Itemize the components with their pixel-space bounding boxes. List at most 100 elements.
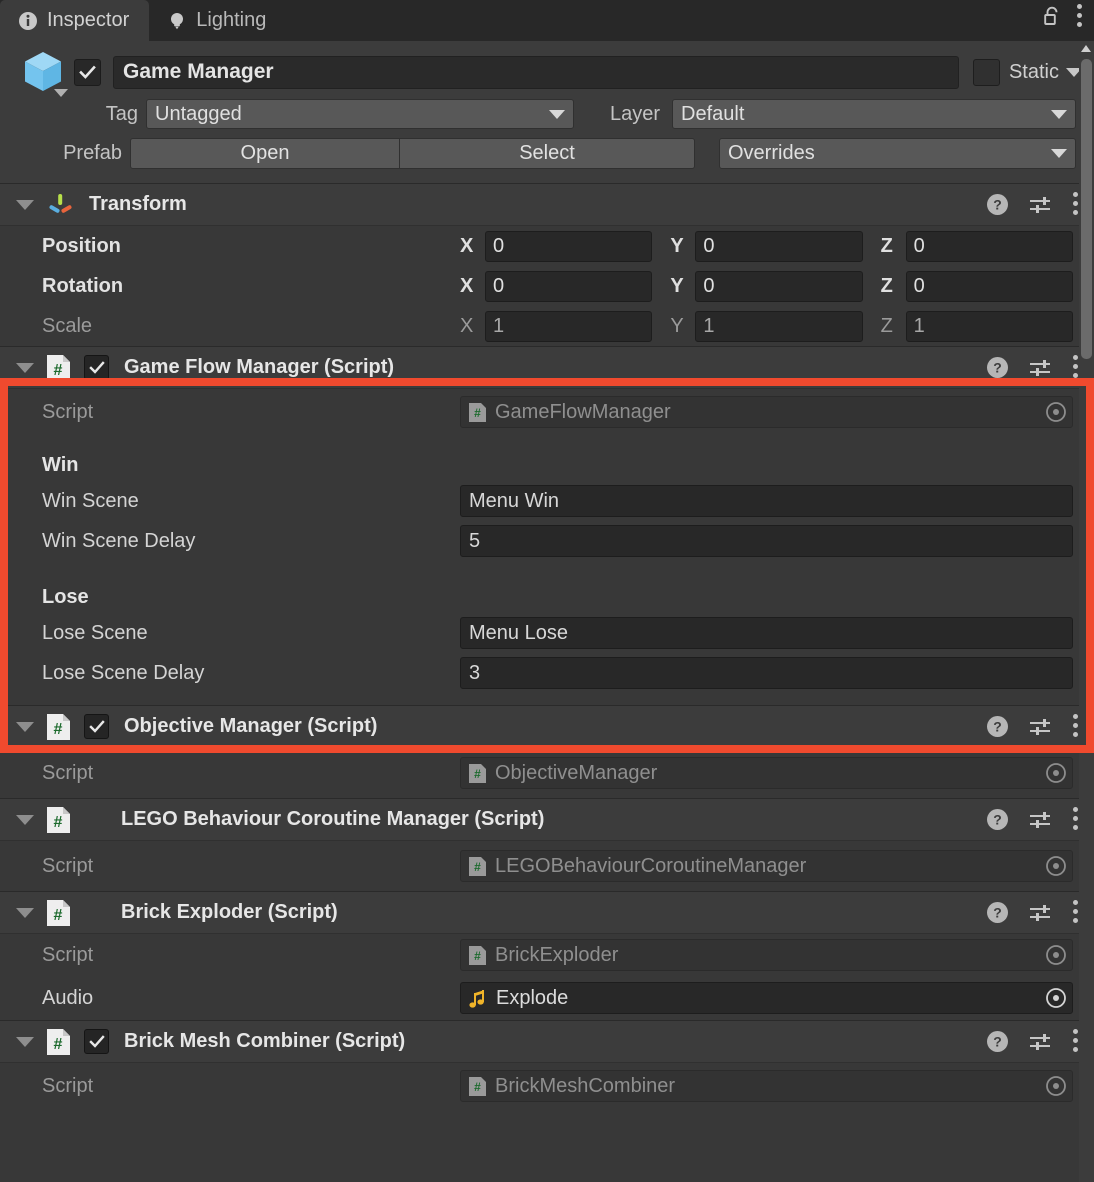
rotation-z-input[interactable]: 0	[905, 270, 1073, 302]
svg-text:#: #	[54, 1036, 63, 1053]
foldout-arrow-icon[interactable]	[16, 199, 34, 210]
tag-dropdown[interactable]: Untagged	[146, 99, 574, 129]
help-icon[interactable]: ?	[986, 901, 1009, 924]
scale-x-input[interactable]: 1	[485, 310, 653, 342]
brick-mesh-combiner-enabled-checkbox[interactable]	[84, 1029, 109, 1054]
gameobject-enabled-checkbox[interactable]	[74, 58, 101, 86]
be-audio-field[interactable]: Explode	[460, 982, 1073, 1014]
component-header-game-flow-manager[interactable]: # Game Flow Manager (Script) ?	[0, 346, 1094, 389]
gfm-lose-delay-input[interactable]: 3	[460, 657, 1073, 689]
layer-dropdown[interactable]: Default	[672, 99, 1076, 129]
gfm-lose-scene-row: Lose Scene Menu Lose	[0, 613, 1094, 653]
tab-inspector[interactable]: Inspector	[0, 0, 150, 41]
foldout-arrow-icon[interactable]	[16, 362, 34, 373]
prefab-select-label: Select	[519, 141, 575, 164]
prefab-overrides-label: Overrides	[728, 141, 815, 164]
gfm-win-delay-input[interactable]: 5	[460, 525, 1073, 557]
prefab-select-button[interactable]: Select	[400, 137, 695, 169]
scale-y-input[interactable]: 1	[695, 310, 863, 342]
axis-y-label: Y	[670, 234, 684, 257]
bmc-kebab-menu[interactable]	[1072, 1029, 1078, 1054]
gfm-win-header-label: Win	[42, 454, 79, 476]
inspector-window: Inspector Lighting Game Manager Static T…	[0, 0, 1094, 1182]
be-script-label: Script	[42, 943, 94, 966]
component-body-objective-manager: Script # ObjectiveManager	[0, 748, 1094, 798]
scrollbar-thumb[interactable]	[1081, 59, 1092, 359]
position-y-input[interactable]: 0	[695, 230, 863, 262]
component-header-lego-behaviour-coroutine-manager[interactable]: # LEGO Behaviour Coroutine Manager (Scri…	[0, 798, 1094, 841]
gameobject-name-input[interactable]: Game Manager	[113, 55, 959, 89]
help-icon[interactable]: ?	[986, 808, 1009, 831]
overrides-caret-icon	[1051, 148, 1067, 158]
cs-script-icon: #	[47, 1028, 70, 1055]
scale-z-input[interactable]: 1	[905, 310, 1073, 342]
rotation-x-input[interactable]: 0	[485, 270, 653, 302]
gfm-win-scene-label: Win Scene	[42, 489, 139, 512]
preset-sliders-icon[interactable]	[1028, 357, 1053, 379]
lbcm-script-row: Script # LEGOBehaviourCoroutineManager	[0, 841, 1094, 891]
gfm-lose-scene-input[interactable]: Menu Lose	[460, 617, 1073, 649]
preset-sliders-icon[interactable]	[1028, 716, 1053, 738]
tab-lighting[interactable]: Lighting	[149, 0, 286, 41]
foldout-arrow-icon[interactable]	[16, 814, 34, 825]
game-flow-manager-enabled-checkbox[interactable]	[84, 355, 109, 380]
be-kebab-menu[interactable]	[1072, 900, 1078, 925]
object-picker-icon	[1046, 402, 1066, 422]
static-checkbox[interactable]	[972, 58, 1000, 86]
object-picker-icon	[1046, 945, 1066, 965]
gfm-win-scene-input[interactable]: Menu Win	[460, 485, 1073, 517]
help-icon[interactable]: ?	[986, 715, 1009, 738]
axis-z-label: Z	[880, 234, 893, 257]
help-icon[interactable]: ?	[986, 193, 1009, 216]
help-icon[interactable]: ?	[986, 1030, 1009, 1053]
info-icon	[19, 11, 37, 30]
gameobject-name-row: Game Manager Static	[12, 49, 1082, 97]
position-z-input[interactable]: 0	[905, 230, 1073, 262]
component-header-brick-mesh-combiner[interactable]: # Brick Mesh Combiner (Script) ?	[0, 1020, 1094, 1063]
preset-sliders-icon[interactable]	[1028, 1031, 1053, 1053]
checkmark-icon	[88, 1034, 105, 1048]
transform-rotation-fields: X 0 Y 0 Z 0	[460, 270, 1094, 302]
foldout-arrow-icon[interactable]	[16, 1036, 34, 1047]
preset-sliders-icon[interactable]	[1028, 194, 1053, 216]
preset-sliders-icon[interactable]	[1028, 809, 1053, 831]
component-title-objective-manager: Objective Manager (Script)	[124, 715, 378, 737]
icon-dropdown-caret[interactable]	[54, 89, 68, 97]
gfm-kebab-menu[interactable]	[1072, 355, 1078, 380]
transform-kebab-menu[interactable]	[1072, 192, 1078, 217]
om-script-label: Script	[42, 761, 94, 784]
be-audio-label: Audio	[42, 986, 94, 1009]
inspector-scrollbar[interactable]	[1079, 41, 1094, 1182]
object-picker-icon[interactable]	[1044, 986, 1068, 1010]
foldout-arrow-icon[interactable]	[16, 907, 34, 918]
gfm-lose-delay-label: Lose Scene Delay	[42, 661, 205, 684]
tag-value: Untagged	[155, 102, 242, 125]
svg-text:?: ?	[993, 905, 1002, 921]
om-kebab-menu[interactable]	[1072, 714, 1078, 739]
component-header-objective-manager[interactable]: # Objective Manager (Script) ?	[0, 705, 1094, 748]
component-header-brick-exploder[interactable]: # Brick Exploder (Script) ?	[0, 891, 1094, 934]
inspector-kebab-menu[interactable]	[1076, 3, 1082, 29]
transform-position-fields: X 0 Y 0 Z 0	[460, 230, 1094, 262]
component-header-transform[interactable]: Transform ?	[0, 183, 1094, 226]
rotation-y-input[interactable]: 0	[695, 270, 863, 302]
scroll-up-arrow-icon[interactable]	[1081, 45, 1091, 52]
checkmark-icon	[88, 719, 105, 733]
position-x-input[interactable]: 0	[485, 230, 653, 262]
gameobject-icon-wrap[interactable]	[12, 49, 74, 97]
prefab-open-button[interactable]: Open	[130, 137, 400, 169]
help-icon[interactable]: ?	[986, 356, 1009, 379]
prefab-overrides-dropdown[interactable]: Overrides	[719, 137, 1076, 169]
prefab-row: Prefab Open Select Overrides	[12, 133, 1082, 173]
foldout-arrow-icon[interactable]	[16, 721, 34, 732]
svg-text:#: #	[54, 362, 63, 379]
unlocked-padlock-icon[interactable]	[1042, 5, 1062, 27]
gfm-lose-scene-value: Menu Lose	[469, 621, 568, 644]
objective-manager-enabled-checkbox[interactable]	[84, 714, 109, 739]
om-header-icons: ?	[986, 714, 1084, 739]
svg-text:#: #	[474, 1080, 481, 1094]
bmc-script-value: BrickMeshCombiner	[495, 1074, 676, 1097]
preset-sliders-icon[interactable]	[1028, 902, 1053, 924]
component-body-lego-behaviour-coroutine-manager: Script # LEGOBehaviourCoroutineManager	[0, 841, 1094, 891]
lbcm-kebab-menu[interactable]	[1072, 807, 1078, 832]
